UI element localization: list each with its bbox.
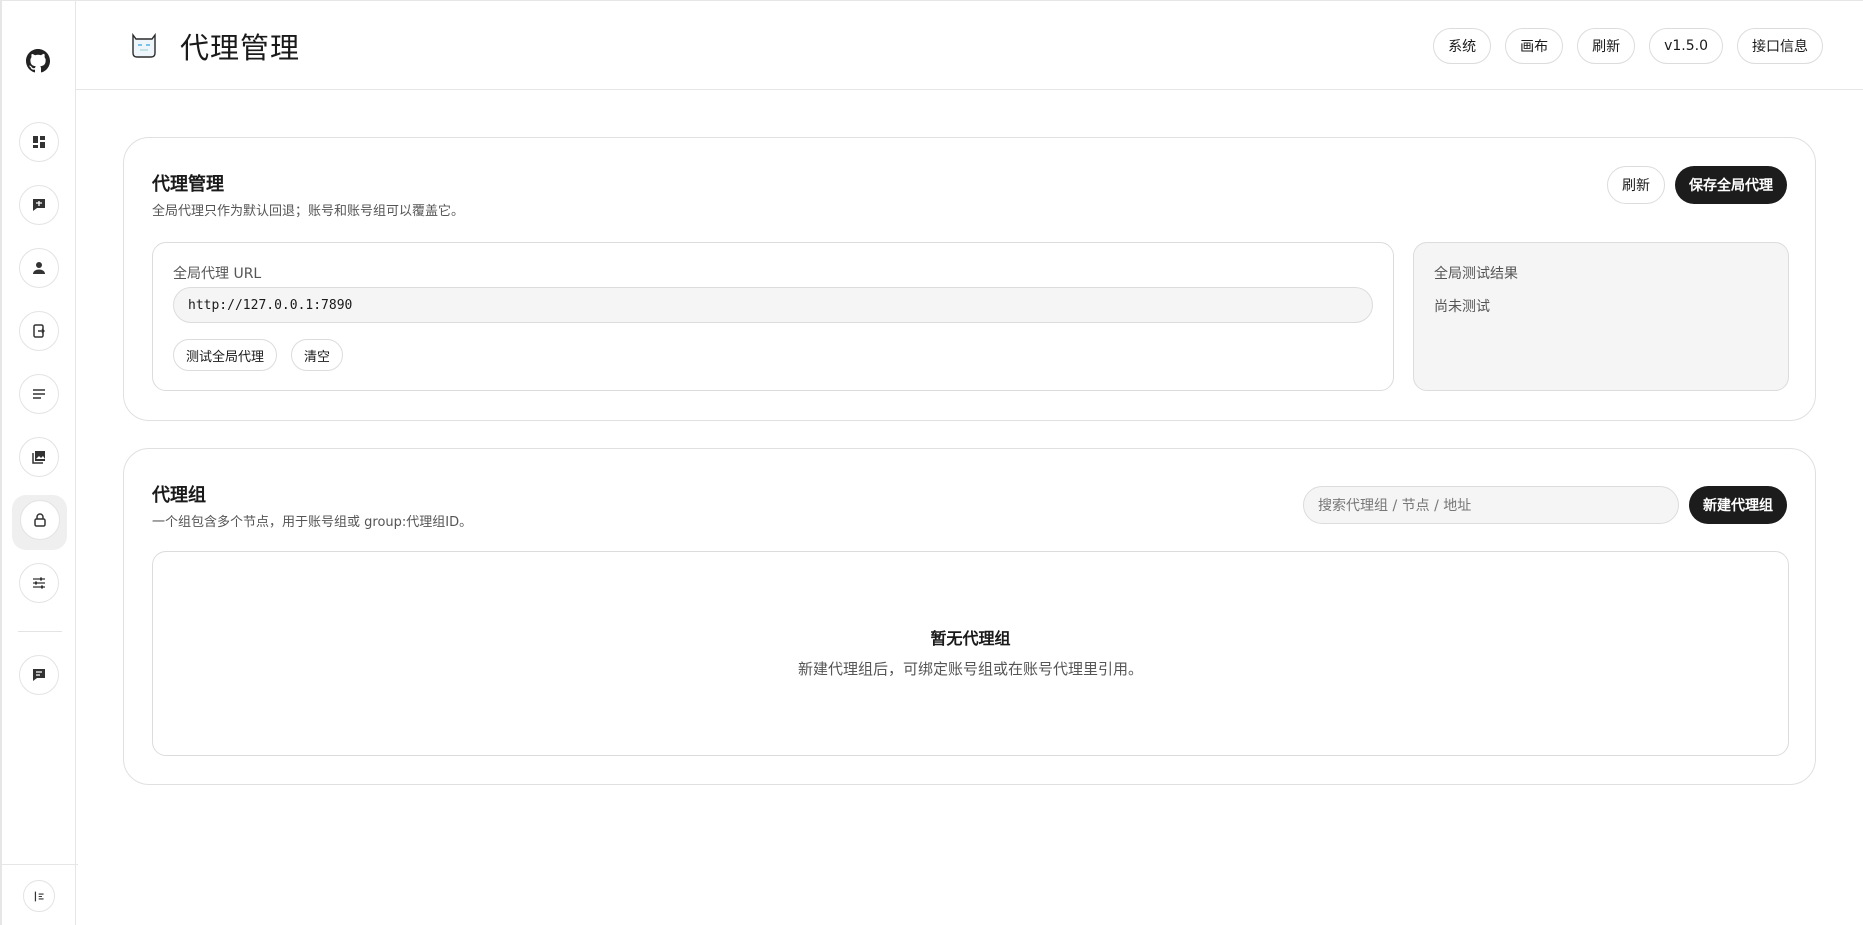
global-proxy-url-label: 全局代理 URL bbox=[173, 266, 262, 282]
canvas-button[interactable]: 画布 bbox=[1505, 28, 1564, 64]
api-info-button[interactable]: 接口信息 bbox=[1737, 28, 1823, 64]
empty-state-description: 新建代理组后，可绑定账号组或在账号代理里引用。 bbox=[797, 660, 1143, 678]
github-icon[interactable] bbox=[24, 47, 52, 75]
user-icon bbox=[33, 262, 45, 274]
system-button[interactable]: 系统 bbox=[1433, 28, 1492, 64]
top-bar: 代理管理 系统 画布 刷新 v1.5.0 接口信息 bbox=[76, 0, 1863, 90]
card-subtitle: 全局代理只作为默认回退；账号和账号组可以覆盖它。 bbox=[152, 204, 465, 219]
sidebar-divider bbox=[18, 631, 62, 632]
dashboard-icon bbox=[33, 136, 45, 148]
global-proxy-form: 全局代理 URL http://127.0.0.1:7890 测试全局代理 清空 bbox=[152, 242, 1394, 391]
sidebar-item-settings[interactable] bbox=[19, 563, 59, 603]
page-title: 代理管理 bbox=[180, 31, 301, 65]
sidebar-item-gallery[interactable] bbox=[19, 437, 59, 477]
collapse-sidebar-icon bbox=[34, 891, 44, 901]
sidebar-item-user[interactable] bbox=[19, 248, 59, 288]
global-test-result-panel: 全局测试结果 尚未测试 bbox=[1413, 242, 1789, 391]
card-subtitle: 一个组包含多个节点，用于账号组或 group:代理组ID。 bbox=[152, 515, 473, 530]
test-result-label: 全局测试结果 bbox=[1434, 266, 1518, 282]
sidebar-bottom-divider bbox=[2, 864, 78, 865]
refresh-proxy-button[interactable]: 刷新 bbox=[1607, 166, 1665, 204]
sidebar-item-proxy[interactable] bbox=[20, 500, 60, 540]
lock-icon bbox=[34, 513, 46, 527]
empty-state-panel: 暂无代理组 新建代理组后，可绑定账号组或在账号代理里引用。 bbox=[152, 551, 1789, 756]
top-actions: 系统 画布 刷新 v1.5.0 接口信息 bbox=[1433, 28, 1823, 64]
gallery-icon bbox=[32, 451, 45, 464]
test-global-proxy-button[interactable]: 测试全局代理 bbox=[173, 339, 278, 371]
proxy-group-search-input[interactable]: 搜索代理组 / 节点 / 地址 bbox=[1303, 486, 1679, 524]
sidebar-item-dashboard[interactable] bbox=[19, 122, 59, 162]
sidebar-item-account[interactable] bbox=[19, 311, 59, 351]
proxy-group-card: 代理组 一个组包含多个节点，用于账号组或 group:代理组ID。 搜索代理组 … bbox=[123, 448, 1816, 785]
sliders-icon bbox=[33, 577, 45, 589]
version-button[interactable]: v1.5.0 bbox=[1649, 28, 1723, 64]
clear-button[interactable]: 清空 bbox=[291, 339, 344, 371]
chat-icon bbox=[33, 199, 45, 211]
save-global-proxy-button[interactable]: 保存全局代理 bbox=[1675, 166, 1787, 204]
list-icon bbox=[33, 389, 45, 399]
sidebar-item-chat[interactable] bbox=[19, 185, 59, 225]
sidebar bbox=[0, 0, 78, 925]
message-icon bbox=[33, 669, 45, 681]
global-proxy-card: 代理管理 全局代理只作为默认回退；账号和账号组可以覆盖它。 刷新 保存全局代理 … bbox=[123, 137, 1816, 421]
card-title: 代理管理 bbox=[152, 174, 224, 195]
empty-state-title: 暂无代理组 bbox=[930, 629, 1011, 648]
sidebar-item-feedback[interactable] bbox=[19, 655, 59, 695]
card-title: 代理组 bbox=[152, 485, 206, 506]
refresh-button[interactable]: 刷新 bbox=[1577, 28, 1636, 64]
account-login-icon bbox=[33, 324, 45, 338]
collapse-sidebar-button[interactable] bbox=[23, 880, 55, 912]
sidebar-item-list[interactable] bbox=[19, 374, 59, 414]
global-proxy-url-input[interactable]: http://127.0.0.1:7890 bbox=[173, 287, 1373, 323]
test-result-value: 尚未测试 bbox=[1434, 299, 1490, 315]
new-proxy-group-button[interactable]: 新建代理组 bbox=[1689, 486, 1787, 524]
robot-cat-icon bbox=[128, 29, 160, 61]
